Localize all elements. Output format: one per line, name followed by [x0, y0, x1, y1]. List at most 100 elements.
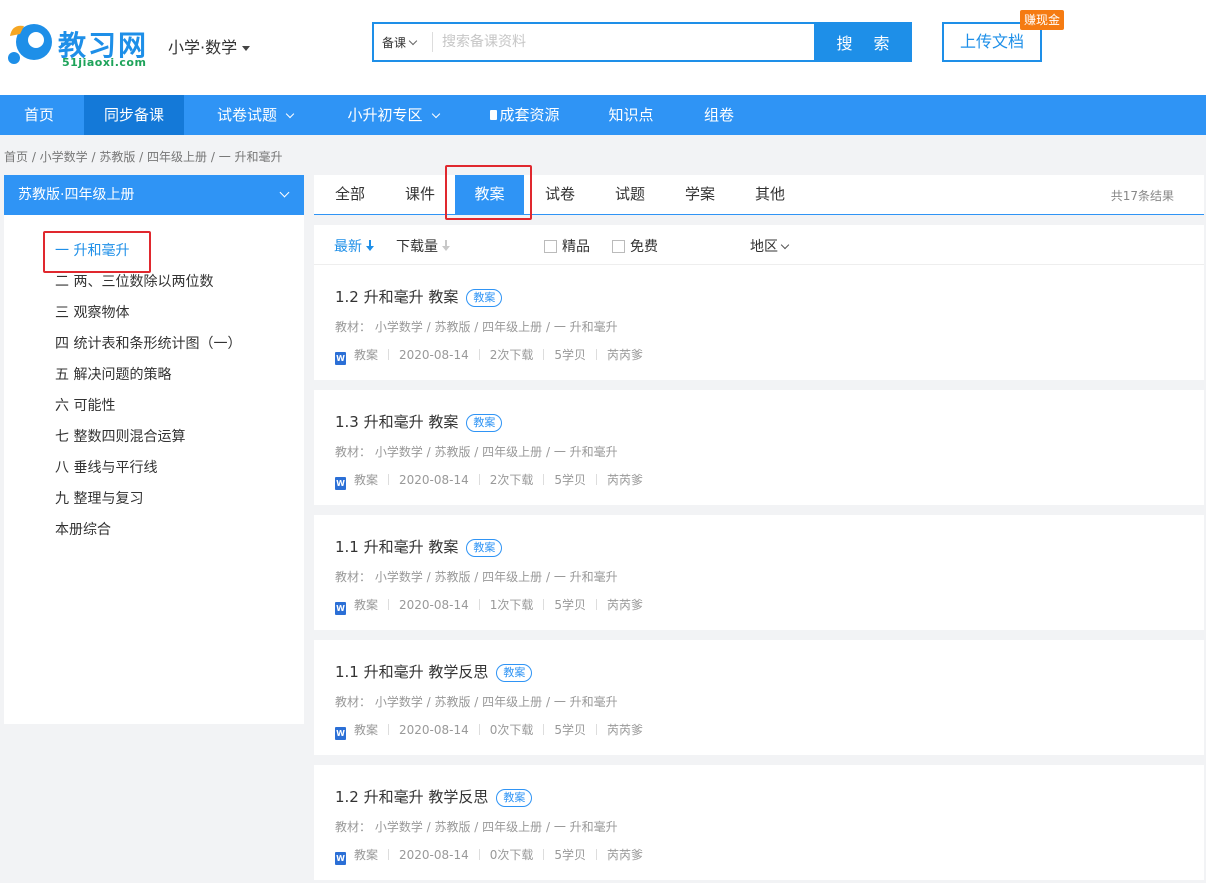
tab-study-plan[interactable]: 学案 [674, 175, 726, 214]
resource-type-tabs: 全部 课件 教案 试卷 试题 学案 其他 共17条结果 [314, 175, 1204, 215]
sort-downloads-label: 下载量 [396, 239, 438, 255]
result-card[interactable]: 1.3 升和毫升 教案 教案 教材： 小学数学 / 苏教版 / 四年级上册 / 一… [314, 390, 1204, 505]
filter-free[interactable]: 免费 [612, 236, 658, 256]
result-title-row[interactable]: 1.2 升和毫升 教案 教案 [335, 286, 503, 307]
sidebar-item[interactable]: 八 垂线与平行线 [55, 456, 241, 487]
meta-author[interactable]: 芮芮爹 [607, 348, 643, 362]
result-meta: W 教案 2020-08-14 2次下载 5学贝 芮芮爹 [335, 471, 643, 490]
sidebar-item[interactable]: 四 统计表和条形统计图（一） [55, 332, 241, 363]
search-button[interactable]: 搜 索 [814, 22, 912, 62]
divider [596, 724, 598, 735]
site-header: 教习网 51jiaoxi.com 小学·数学 备课 搜 索 上传文档 赚现金 [0, 0, 1206, 95]
chevron-down-icon [279, 187, 290, 198]
result-title[interactable]: 1.2 升和毫升 教学反思 [335, 788, 488, 806]
tab-all[interactable]: 全部 [324, 175, 376, 214]
sidebar-item[interactable]: 七 整数四则混合运算 [55, 425, 241, 456]
result-title[interactable]: 1.2 升和毫升 教案 [335, 288, 458, 306]
arrow-down-icon [366, 240, 374, 252]
nav-label: 首页 [23, 106, 54, 124]
premium-checkbox[interactable] [544, 240, 557, 253]
result-card[interactable]: 1.1 升和毫升 教案 教案 教材： 小学数学 / 苏教版 / 四年级上册 / 一… [314, 515, 1204, 630]
filter-premium[interactable]: 精品 [544, 236, 590, 256]
filter-bar: 最新 下载量 精品 免费 地区 [314, 225, 1204, 265]
nav-item-exams[interactable]: 试卷试题 [200, 95, 310, 135]
divider [543, 724, 545, 735]
tab-exam-paper[interactable]: 试卷 [534, 175, 586, 214]
sidebar-item[interactable]: 六 可能性 [55, 394, 241, 425]
result-card[interactable]: 1.2 升和毫升 教案 教案 教材： 小学数学 / 苏教版 / 四年级上册 / 一… [314, 265, 1204, 380]
tab-questions[interactable]: 试题 [604, 175, 656, 214]
region-label: 地区 [750, 239, 778, 255]
tab-other[interactable]: 其他 [744, 175, 796, 214]
nav-item-compose[interactable]: 组卷 [692, 95, 746, 135]
result-title-row[interactable]: 1.1 升和毫升 教案 教案 [335, 536, 503, 557]
breadcrumb[interactable]: 首页 / 小学数学 / 苏教版 / 四年级上册 / 一 升和毫升 [4, 148, 283, 165]
meta-type: 教案 [354, 473, 379, 487]
search-divider [432, 32, 433, 52]
nav-label: 小升初专区 [347, 106, 423, 124]
chevron-down-icon [408, 36, 418, 46]
type-tag: 教案 [466, 539, 503, 557]
result-card[interactable]: 1.2 升和毫升 教学反思 教案 教材： 小学数学 / 苏教版 / 四年级上册 /… [314, 765, 1204, 880]
meta-author[interactable]: 芮芮爹 [607, 598, 643, 612]
meta-downloads: 0次下载 [489, 848, 534, 862]
result-title-row[interactable]: 1.1 升和毫升 教学反思 教案 [335, 661, 533, 682]
meta-date: 2020-08-14 [399, 348, 469, 362]
search-type-label: 备课 [382, 36, 407, 50]
divider [388, 349, 390, 360]
result-title-row[interactable]: 1.2 升和毫升 教学反思 教案 [335, 786, 533, 807]
result-title[interactable]: 1.1 升和毫升 教案 [335, 538, 458, 556]
sidebar-item[interactable]: 二 两、三位数除以两位数 [55, 270, 241, 301]
chapter-sidebar: 苏教版·四年级上册 一 升和毫升 二 两、三位数除以两位数 三 观察物体 四 统… [4, 175, 304, 724]
type-tag: 教案 [496, 789, 533, 807]
result-title[interactable]: 1.3 升和毫升 教案 [335, 413, 458, 431]
free-checkbox[interactable] [612, 240, 625, 253]
meta-date: 2020-08-14 [399, 848, 469, 862]
earn-cash-badge[interactable]: 赚现金 [1020, 10, 1065, 30]
sidebar-title: 苏教版·四年级上册 [18, 187, 135, 203]
sidebar-item[interactable]: 本册综合 [55, 518, 241, 549]
sidebar-item[interactable]: 三 观察物体 [55, 301, 241, 332]
sort-downloads[interactable]: 下载量 [396, 236, 450, 256]
sort-latest[interactable]: 最新 [334, 236, 374, 256]
meta-downloads: 2次下载 [489, 473, 534, 487]
logo-domain: 51jiaoxi.com [62, 56, 147, 69]
nav-item-xiaoshengchu[interactable]: 小升初专区 [330, 95, 456, 135]
divider [543, 599, 545, 610]
meta-author[interactable]: 芮芮爹 [607, 848, 643, 862]
nav-item-knowledge[interactable]: 知识点 [598, 95, 664, 135]
nav-item-sync-prep[interactable]: 同步备课 [84, 95, 184, 135]
result-title[interactable]: 1.1 升和毫升 教学反思 [335, 663, 488, 681]
subject-selector[interactable]: 小学·数学 [168, 34, 251, 58]
meta-price: 5学贝 [554, 723, 587, 737]
sidebar-item[interactable]: 一 升和毫升 [55, 239, 241, 270]
filter-region[interactable]: 地区 [750, 236, 790, 256]
meta-author[interactable]: 芮芮爹 [607, 473, 643, 487]
result-path: 教材： 小学数学 / 苏教版 / 四年级上册 / 一 升和毫升 [335, 820, 618, 834]
sidebar-header[interactable]: 苏教版·四年级上册 [4, 175, 304, 215]
nav-item-resource-sets[interactable]: 成套资源 [478, 95, 572, 135]
divider [543, 849, 545, 860]
meta-type: 教案 [354, 723, 379, 737]
meta-price: 5学贝 [554, 598, 587, 612]
sidebar-item[interactable]: 五 解决问题的策略 [55, 363, 241, 394]
sidebar-item[interactable]: 九 整理与复习 [55, 487, 241, 518]
search-input[interactable] [442, 30, 802, 54]
meta-author[interactable]: 芮芮爹 [607, 723, 643, 737]
nav-item-home[interactable]: 首页 [0, 95, 78, 135]
result-card[interactable]: 1.1 升和毫升 教学反思 教案 教材： 小学数学 / 苏教版 / 四年级上册 /… [314, 640, 1204, 755]
result-path: 教材： 小学数学 / 苏教版 / 四年级上册 / 一 升和毫升 [335, 695, 618, 709]
premium-label: 精品 [562, 239, 590, 255]
result-meta: W 教案 2020-08-14 0次下载 5学贝 芮芮爹 [335, 846, 643, 865]
divider [478, 349, 480, 360]
tab-lesson-plan[interactable]: 教案 [455, 175, 524, 214]
meta-price: 5学贝 [554, 473, 587, 487]
search-type-dropdown[interactable]: 备课 [382, 34, 418, 51]
result-path: 教材： 小学数学 / 苏教版 / 四年级上册 / 一 升和毫升 [335, 570, 618, 584]
site-logo[interactable]: 教习网 51jiaoxi.com [4, 18, 154, 70]
tab-courseware[interactable]: 课件 [394, 175, 446, 214]
word-doc-icon: W [335, 477, 346, 490]
result-title-row[interactable]: 1.3 升和毫升 教案 教案 [335, 411, 503, 432]
free-label: 免费 [630, 239, 658, 255]
meta-downloads: 0次下载 [489, 723, 534, 737]
